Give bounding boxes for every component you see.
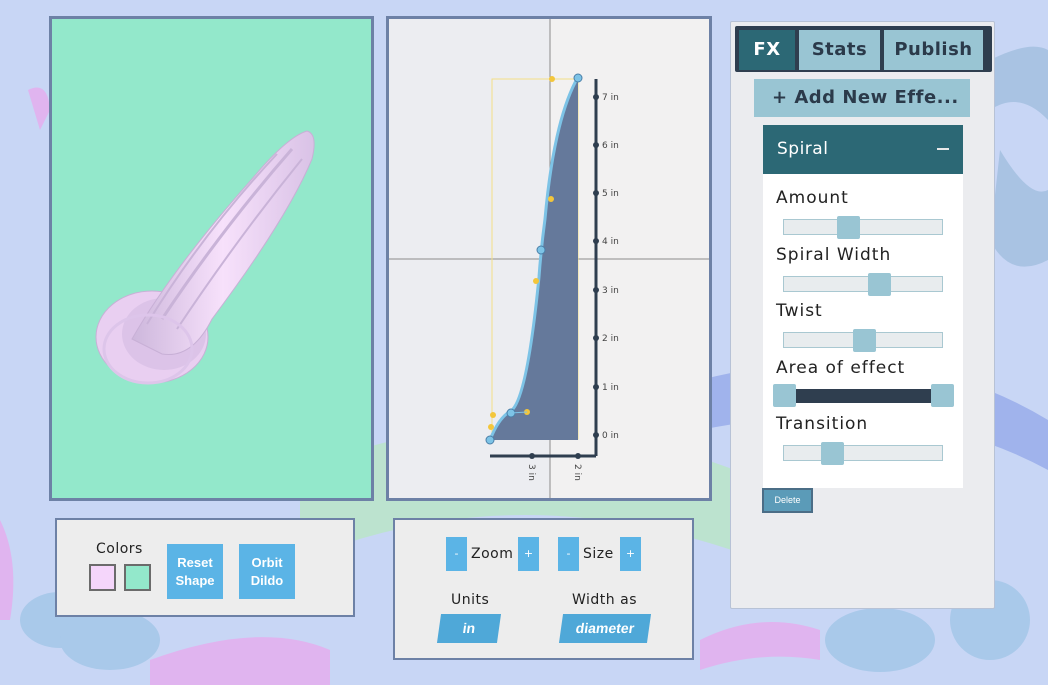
effect-title: Spiral: [777, 139, 829, 159]
effect-header[interactable]: Spiral: [763, 125, 963, 174]
reset-shape-button[interactable]: Reset Shape: [167, 544, 223, 599]
height-tick-label: 3 in: [602, 286, 619, 296]
add-effect-button[interactable]: + Add New Effe...: [754, 79, 970, 117]
handle-point[interactable]: [533, 278, 539, 284]
range-start-thumb[interactable]: [773, 384, 796, 407]
param-label: Transition: [776, 414, 869, 434]
control-point[interactable]: [536, 245, 546, 255]
primary-color-swatch[interactable]: [89, 564, 116, 591]
colors-panel: Colors Reset Shape Orbit Dildo: [55, 518, 355, 617]
reset-button-line: Reset: [177, 554, 213, 570]
orbit-button-line: Orbit: [251, 554, 283, 570]
zoom-label: Zoom: [471, 546, 514, 562]
handle-point[interactable]: [549, 76, 555, 82]
slider-thumb[interactable]: [868, 273, 891, 296]
handle-point[interactable]: [548, 196, 554, 202]
width-tick-label: 2 in: [572, 464, 582, 481]
control-point[interactable]: [573, 73, 583, 83]
range-end-thumb[interactable]: [931, 384, 954, 407]
secondary-color-swatch[interactable]: [124, 564, 151, 591]
param-label: Spiral Width: [776, 245, 892, 265]
param-label: Area of effect: [776, 358, 906, 378]
transition-slider[interactable]: [783, 442, 943, 465]
size-up-button[interactable]: +: [620, 537, 641, 571]
size-label: Size: [583, 546, 614, 562]
tab-publish[interactable]: Publish: [884, 30, 983, 70]
shape-render: [95, 130, 315, 385]
size-down-button[interactable]: -: [558, 537, 579, 571]
height-tick-label: 7 in: [602, 93, 619, 103]
zoom-out-button[interactable]: -: [446, 537, 467, 571]
tab-bar: FX Stats Publish: [735, 26, 992, 72]
height-tick-label: 5 in: [602, 189, 619, 199]
width-as-label: Width as: [572, 592, 637, 608]
profile-editor-canvas[interactable]: 7 in 6 in 5 in 4 in 3 in 2 in 1 in 0 in …: [386, 16, 712, 501]
units-toggle[interactable]: in: [436, 614, 502, 643]
orbit-button[interactable]: Orbit Dildo: [239, 544, 295, 599]
units-label: Units: [451, 592, 490, 608]
orbit-button-line: Dildo: [250, 572, 284, 588]
view-settings-panel: - Zoom + - Size + Units in Width as diam…: [393, 518, 694, 660]
tab-fx[interactable]: FX: [739, 30, 795, 70]
param-label: Twist: [776, 301, 823, 321]
spiral-width-slider[interactable]: [783, 273, 943, 296]
width-tick-label: 3 in: [526, 464, 536, 481]
shape-model: [95, 130, 315, 385]
height-tick-label: 1 in: [602, 383, 619, 393]
reset-button-line: Shape: [175, 572, 215, 588]
slider-thumb[interactable]: [853, 329, 876, 352]
area-of-effect-slider[interactable]: [773, 384, 954, 407]
zoom-in-button[interactable]: +: [518, 537, 539, 571]
delete-effect-button[interactable]: Delete: [762, 488, 813, 513]
slider-thumb[interactable]: [837, 216, 860, 239]
shape-preview-canvas[interactable]: [49, 16, 374, 501]
handle-point[interactable]: [490, 412, 496, 418]
param-label: Amount: [776, 188, 849, 208]
colors-label: Colors: [96, 541, 143, 557]
height-tick-label: 2 in: [602, 334, 619, 344]
slider-thumb[interactable]: [821, 442, 844, 465]
collapse-icon[interactable]: [937, 148, 949, 150]
width-as-toggle[interactable]: diameter: [558, 614, 652, 643]
handle-point[interactable]: [488, 424, 494, 430]
effect-settings: Amount Spiral Width Twist Area of effect…: [763, 174, 963, 488]
height-tick-label: 4 in: [602, 237, 619, 247]
amount-slider[interactable]: [783, 216, 943, 239]
effects-panel: FX Stats Publish + Add New Effe... Spira…: [730, 21, 995, 609]
control-point[interactable]: [485, 435, 495, 445]
height-tick-label: 0 in: [602, 431, 619, 441]
height-tick-label: 6 in: [602, 141, 619, 151]
tab-stats[interactable]: Stats: [799, 30, 880, 70]
twist-slider[interactable]: [783, 329, 943, 352]
